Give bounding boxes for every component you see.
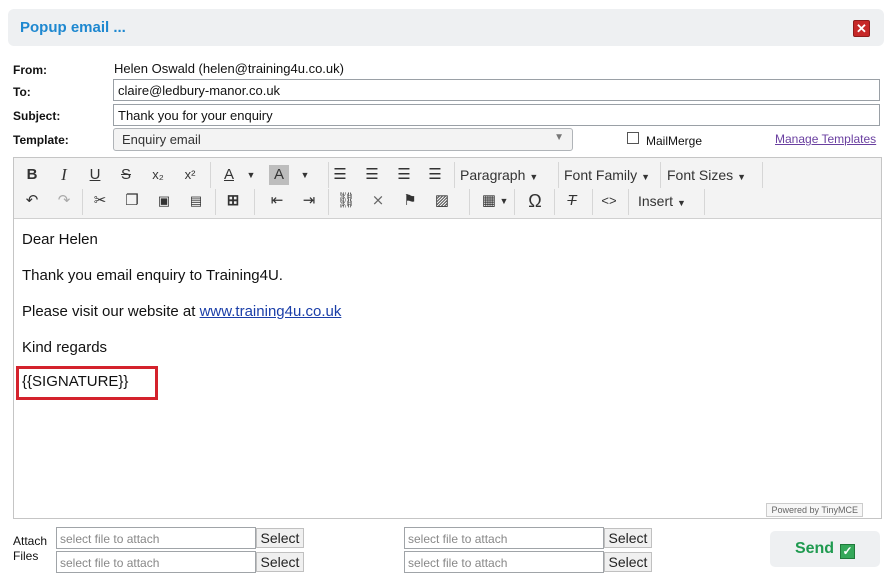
toolbar-separator — [592, 189, 593, 215]
align-center-icon[interactable]: ☰ — [359, 163, 385, 187]
chevron-down-icon[interactable]: ▼ — [498, 189, 510, 213]
mailmerge-label: MailMerge — [646, 134, 703, 148]
underline-icon[interactable]: U — [82, 163, 108, 187]
to-field[interactable]: claire@ledbury-manor.co.uk — [113, 79, 880, 101]
chevron-down-icon: ▼ — [641, 172, 651, 182]
toolbar-separator — [704, 189, 705, 215]
body-line-2: Please visit our website at www.training… — [22, 302, 341, 321]
text-color-icon[interactable]: A — [216, 163, 242, 187]
copy-icon[interactable]: ❐ — [119, 189, 145, 213]
toolbar-separator — [554, 189, 555, 215]
file-input-4[interactable]: select file to attach — [404, 551, 604, 573]
paste-text-icon[interactable]: ▤ — [183, 189, 209, 213]
template-label: Template: — [13, 133, 69, 147]
toolbar-separator — [762, 162, 763, 188]
attach-label-line2: Files — [13, 549, 39, 563]
link-icon[interactable]: ⛓ — [333, 189, 359, 213]
indent-icon[interactable]: ⇥ — [296, 189, 322, 213]
closing-text: Kind regards — [22, 339, 108, 356]
toolbar-separator — [469, 189, 470, 215]
signature-placeholder: {{SIGNATURE}} — [22, 373, 129, 390]
outdent-icon[interactable]: ⇤ — [264, 189, 290, 213]
font-sizes-dropdown[interactable]: Font Sizes ▼ — [665, 163, 760, 187]
template-value: Enquiry email — [122, 132, 201, 147]
chevron-down-icon[interactable]: ▼ — [244, 163, 258, 187]
image-icon[interactable]: ▨ — [429, 189, 455, 213]
chevron-down-icon: ▼ — [737, 172, 747, 182]
special-char-icon[interactable]: Ω — [522, 189, 548, 213]
toolbar-separator — [454, 162, 455, 188]
toolbar-separator — [215, 189, 216, 215]
font-family-label: Font Family — [564, 167, 638, 183]
find-icon[interactable]: ⊞ — [220, 189, 246, 213]
powered-by-badge[interactable]: Powered by TinyMCE — [766, 503, 863, 517]
check-icon: ✓ — [840, 544, 856, 559]
close-icon[interactable]: ✕ — [853, 20, 870, 37]
dialog-titlebar: Popup email ... ✕ — [8, 9, 884, 46]
website-prefix: Please visit our website at — [22, 303, 200, 320]
anchor-icon[interactable]: ⚑ — [397, 189, 423, 213]
toolbar-separator — [660, 162, 661, 188]
to-label: To: — [13, 85, 31, 99]
chevron-down-icon: ▼ — [529, 172, 539, 182]
attach-files-label: Attach Files — [13, 534, 47, 564]
font-family-dropdown[interactable]: Font Family ▼ — [562, 163, 657, 187]
subscript-icon[interactable]: x₂ — [145, 163, 171, 187]
toolbar-separator — [558, 162, 559, 188]
from-value: Helen Oswald (helen@training4u.co.uk) — [114, 61, 344, 76]
clear-format-icon[interactable]: T — [559, 189, 585, 213]
code-icon[interactable]: <> — [596, 189, 622, 213]
toolbar-separator — [628, 189, 629, 215]
bold-icon[interactable]: B — [19, 163, 45, 187]
subject-label: Subject: — [13, 109, 61, 123]
unlink-icon[interactable]: ⨯ — [365, 189, 391, 213]
file-input-2[interactable]: select file to attach — [56, 551, 256, 573]
editor-content[interactable]: Dear Helen Thank you email enquiry to Tr… — [22, 230, 341, 374]
insert-dropdown[interactable]: Insert ▼ — [636, 189, 701, 213]
rich-text-editor[interactable]: B I U S x₂ x² A ▼ A ▼ ☰ ☰ ☰ ☰ Paragraph ▼… — [13, 157, 882, 519]
select-button-4[interactable]: Select — [604, 552, 652, 572]
italic-icon[interactable]: I — [51, 163, 77, 187]
greeting-text: Dear Helen — [22, 231, 98, 248]
subject-field[interactable]: Thank you for your enquiry — [113, 104, 880, 126]
font-sizes-label: Font Sizes — [667, 167, 734, 183]
attach-label-line1: Attach — [13, 534, 48, 548]
strikethrough-icon[interactable]: S — [113, 163, 139, 187]
website-link[interactable]: www.training4u.co.uk — [200, 303, 342, 320]
toolbar-separator — [328, 189, 329, 215]
manage-templates-link[interactable]: Manage Templates — [775, 132, 876, 146]
chevron-down-icon[interactable]: ▼ — [298, 163, 312, 187]
toolbar-separator — [210, 162, 211, 188]
toolbar-separator — [514, 189, 515, 215]
chevron-down-icon: ▼ — [677, 198, 686, 208]
editor-toolbar: B I U S x₂ x² A ▼ A ▼ ☰ ☰ ☰ ☰ Paragraph ▼… — [14, 158, 881, 219]
body-line-1: Thank you email enquiry to Training4U. — [22, 267, 283, 284]
paragraph-label: Paragraph — [460, 167, 526, 183]
paragraph-dropdown[interactable]: Paragraph ▼ — [458, 163, 553, 187]
toolbar-separator — [254, 189, 255, 215]
select-button-1[interactable]: Select — [256, 528, 304, 548]
select-button-2[interactable]: Select — [256, 552, 304, 572]
template-select[interactable]: Enquiry email ▼ — [113, 128, 573, 151]
toolbar-separator — [82, 189, 83, 215]
file-input-3[interactable]: select file to attach — [404, 527, 604, 549]
align-right-icon[interactable]: ☰ — [391, 163, 417, 187]
undo-icon[interactable]: ↶ — [19, 189, 45, 213]
mailmerge-checkbox[interactable] — [627, 132, 639, 144]
send-label: Send — [794, 540, 835, 557]
select-button-3[interactable]: Select — [604, 528, 652, 548]
send-button[interactable]: Send ✓ — [770, 531, 880, 567]
chevron-down-icon: ▼ — [554, 132, 564, 143]
align-left-icon[interactable]: ☰ — [327, 163, 353, 187]
insert-label: Insert — [638, 193, 674, 209]
redo-icon[interactable]: ↷ — [51, 189, 77, 213]
background-color-icon[interactable]: A — [269, 165, 289, 185]
cut-icon[interactable]: ✂ — [87, 189, 113, 213]
dialog-title: Popup email ... — [20, 19, 126, 36]
superscript-icon[interactable]: x² — [177, 163, 203, 187]
paste-icon[interactable]: ▣ — [151, 189, 177, 213]
align-justify-icon[interactable]: ☰ — [422, 163, 448, 187]
file-input-1[interactable]: select file to attach — [56, 527, 256, 549]
from-label: From: — [13, 63, 47, 77]
